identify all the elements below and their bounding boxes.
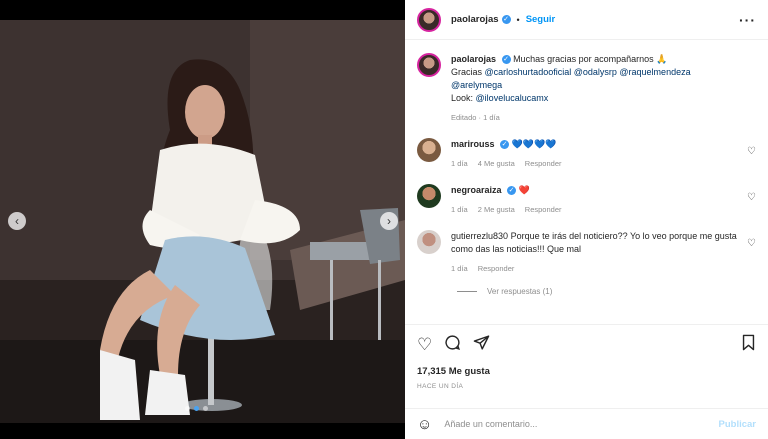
comment-body: marirouss ✓ 💙💙💙💙 1 día 4 Me gusta Respon… xyxy=(451,138,756,170)
caption-gracias: Gracias xyxy=(451,67,483,77)
post-media: ‹ › xyxy=(0,0,405,439)
comment-row: marirouss ✓ 💙💙💙💙 1 día 4 Me gusta Respon… xyxy=(417,138,756,170)
post-timestamp: HACE UN DÍA xyxy=(417,383,464,390)
share-icon[interactable] xyxy=(473,334,490,356)
comment-body: gutierrezlu830 Porque te irás del notici… xyxy=(451,230,756,275)
caption-look-label: Look: xyxy=(451,93,474,103)
comment-time: 1 día xyxy=(451,205,468,214)
instagram-post: ‹ › paolarojas ✓ • Seguir ··· paolarojas… xyxy=(0,0,768,439)
next-slide-button[interactable]: › xyxy=(380,212,398,230)
caption-mention[interactable]: @carloshurtadooficial xyxy=(485,67,572,77)
verified-badge-icon: ✓ xyxy=(507,186,517,196)
comment-time: 1 día xyxy=(451,159,468,168)
comments-section: paolarojas ✓ Muchas gracias por acompaña… xyxy=(405,41,768,323)
comment-like-heart-icon[interactable]: ♡ xyxy=(747,238,756,249)
comment-text: 💙💙💙💙 xyxy=(511,139,557,149)
heart-icon[interactable]: ♡ xyxy=(417,335,432,355)
view-replies-button[interactable]: Ver respuestas (1) xyxy=(457,287,756,296)
emoji-icon[interactable]: ☺ xyxy=(417,416,432,433)
slide-dot xyxy=(185,406,190,411)
post-header: paolarojas ✓ • Seguir ··· xyxy=(405,0,768,40)
comment-body: negroaraiza ✓ ❤️ 1 día 2 Me gusta Respon… xyxy=(451,184,756,216)
caption-mention[interactable]: @odalysrp xyxy=(574,67,617,77)
reply-button[interactable]: Responder xyxy=(478,262,515,275)
comment-row: gutierrezlu830 Porque te irás del notici… xyxy=(417,230,756,275)
comment-meta: 1 día 4 Me gusta Responder xyxy=(451,157,738,170)
caption-mention[interactable]: @arelymega xyxy=(451,80,502,90)
comment-likes[interactable]: 2 Me gusta xyxy=(478,203,515,216)
caption: paolarojas ✓ Muchas gracias por acompaña… xyxy=(417,53,756,124)
caption-mention[interactable]: @raquelmendeza xyxy=(619,67,690,77)
verified-badge-icon: ✓ xyxy=(501,15,511,24)
comment-meta: 1 día Responder xyxy=(451,262,738,275)
comment-like-heart-icon[interactable]: ♡ xyxy=(747,146,756,157)
comment-input[interactable] xyxy=(444,419,719,429)
caption-text: Muchas gracias por acompañarnos 🙏 xyxy=(513,54,668,64)
comment-username[interactable]: gutierrezlu830 xyxy=(451,231,508,241)
follow-button[interactable]: Seguir xyxy=(526,14,556,25)
replies-line xyxy=(457,291,477,292)
comment-composer: ☺ Publicar xyxy=(405,408,768,439)
action-icons: ♡ xyxy=(417,334,756,356)
publish-button[interactable]: Publicar xyxy=(719,419,757,430)
comment-meta: 1 día 2 Me gusta Responder xyxy=(451,203,738,216)
post-photo xyxy=(0,20,405,423)
avatar[interactable] xyxy=(417,138,441,162)
comment-username[interactable]: marirouss xyxy=(451,139,495,149)
likes-count[interactable]: 17,315 Me gusta xyxy=(417,366,756,377)
verified-badge-icon: ✓ xyxy=(500,140,510,150)
header-username[interactable]: paolarojas xyxy=(451,14,499,25)
comment-likes[interactable]: 4 Me gusta xyxy=(478,157,515,170)
reply-button[interactable]: Responder xyxy=(525,157,562,170)
reply-button[interactable]: Responder xyxy=(525,203,562,216)
comment-like-heart-icon[interactable]: ♡ xyxy=(747,192,756,203)
caption-meta: Editado · 1 día xyxy=(451,111,738,124)
bookmark-icon[interactable] xyxy=(741,334,756,356)
caption-username[interactable]: paolarojas xyxy=(451,54,496,64)
slide-dot xyxy=(203,406,208,411)
photo-illustration xyxy=(0,20,405,423)
slide-dot-active xyxy=(194,406,199,411)
more-options-icon[interactable]: ··· xyxy=(739,12,756,28)
avatar[interactable] xyxy=(417,184,441,208)
avatar[interactable] xyxy=(417,7,441,32)
post-actions: ♡ 17,315 Me gusta HACE UN DÍA xyxy=(405,324,768,390)
slide-indicator xyxy=(185,406,208,411)
comment-text: ❤️ xyxy=(518,185,530,195)
post-side-panel: paolarojas ✓ • Seguir ··· paolarojas ✓ M… xyxy=(405,0,768,439)
previous-slide-button[interactable]: ‹ xyxy=(8,212,26,230)
comment-row: negroaraiza ✓ ❤️ 1 día 2 Me gusta Respon… xyxy=(417,184,756,216)
caption-edited-time: Editado · 1 día xyxy=(451,113,500,122)
comment-time: 1 día xyxy=(451,264,468,273)
view-replies-label[interactable]: Ver respuestas (1) xyxy=(487,287,552,296)
avatar[interactable] xyxy=(417,230,441,254)
header-separator: • xyxy=(516,14,520,25)
comment-username[interactable]: negroaraiza xyxy=(451,185,502,195)
caption-mention[interactable]: @ilovelucalucamx xyxy=(476,93,549,103)
caption-body: paolarojas ✓ Muchas gracias por acompaña… xyxy=(451,53,756,124)
comment-icon[interactable] xyxy=(444,334,461,356)
verified-badge-icon: ✓ xyxy=(501,55,511,65)
avatar[interactable] xyxy=(417,53,441,77)
